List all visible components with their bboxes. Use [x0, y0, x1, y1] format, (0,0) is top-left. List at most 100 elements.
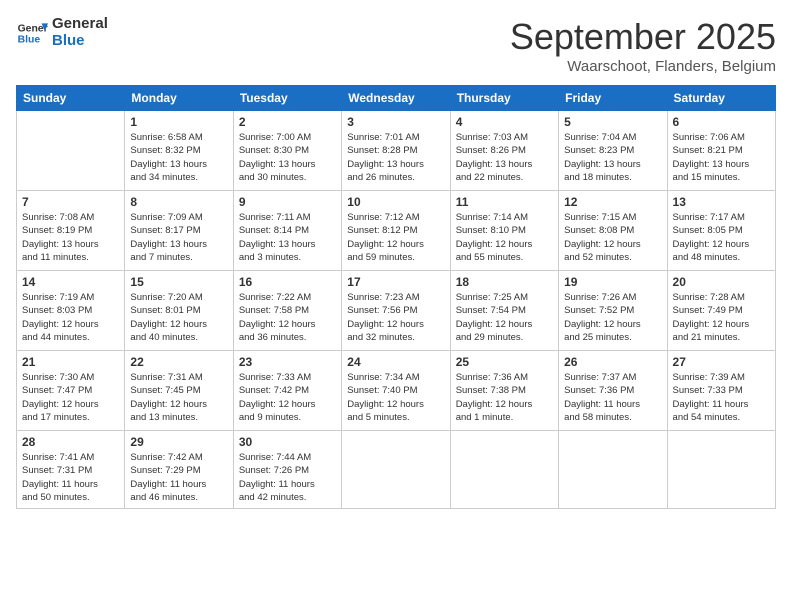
- calendar-cell: 5 Sunrise: 7:04 AMSunset: 8:23 PMDaylight…: [559, 111, 667, 191]
- weekday-header-thursday: Thursday: [450, 86, 558, 111]
- calendar-cell: 28 Sunrise: 7:41 AMSunset: 7:31 PMDayligh…: [17, 431, 125, 509]
- calendar-cell: [559, 431, 667, 509]
- calendar-week-row: 1Sunrise: 6:58 AMSunset: 8:32 PMDaylight…: [17, 111, 776, 191]
- weekday-header-wednesday: Wednesday: [342, 86, 450, 111]
- page-header: General Blue General Blue September 2025…: [16, 16, 776, 75]
- calendar-cell: 10 Sunrise: 7:12 AMSunset: 8:12 PMDayligh…: [342, 191, 450, 271]
- day-number: 25: [456, 355, 553, 369]
- day-number: 22: [130, 355, 227, 369]
- calendar-cell: 16 Sunrise: 7:22 AMSunset: 7:58 PMDayligh…: [233, 271, 341, 351]
- day-number: 8: [130, 195, 227, 209]
- calendar-cell: 4 Sunrise: 7:03 AMSunset: 8:26 PMDaylight…: [450, 111, 558, 191]
- day-info: Sunrise: 7:44 AMSunset: 7:26 PMDaylight:…: [239, 451, 336, 504]
- calendar-cell: 23Sunrise: 7:33 AMSunset: 7:42 PMDayligh…: [233, 351, 341, 431]
- day-info: Sunrise: 7:04 AMSunset: 8:23 PMDaylight:…: [564, 131, 661, 184]
- day-number: 4: [456, 115, 553, 129]
- title-block: September 2025 Waarschoot, Flanders, Bel…: [510, 16, 776, 75]
- day-info: Sunrise: 7:42 AMSunset: 7:29 PMDaylight:…: [130, 451, 227, 504]
- day-number: 10: [347, 195, 444, 209]
- day-number: 27: [673, 355, 770, 369]
- day-info: Sunrise: 7:36 AMSunset: 7:38 PMDaylight:…: [456, 371, 553, 424]
- day-info: Sunrise: 7:15 AMSunset: 8:08 PMDaylight:…: [564, 211, 661, 264]
- logo-icon: General Blue: [16, 17, 48, 49]
- calendar-cell: 7 Sunrise: 7:08 AMSunset: 8:19 PMDaylight…: [17, 191, 125, 271]
- calendar-cell: 11 Sunrise: 7:14 AMSunset: 8:10 PMDayligh…: [450, 191, 558, 271]
- calendar-cell: 21 Sunrise: 7:30 AMSunset: 7:47 PMDayligh…: [17, 351, 125, 431]
- day-info: Sunrise: 7:08 AMSunset: 8:19 PMDaylight:…: [22, 211, 119, 264]
- day-number: 12: [564, 195, 661, 209]
- calendar-cell: 13 Sunrise: 7:17 AMSunset: 8:05 PMDayligh…: [667, 191, 775, 271]
- day-info: Sunrise: 7:11 AMSunset: 8:14 PMDaylight:…: [239, 211, 336, 264]
- day-number: 3: [347, 115, 444, 129]
- day-info: Sunrise: 7:28 AMSunset: 7:49 PMDaylight:…: [673, 291, 770, 344]
- weekday-header-friday: Friday: [559, 86, 667, 111]
- calendar-cell: 2 Sunrise: 7:00 AMSunset: 8:30 PMDaylight…: [233, 111, 341, 191]
- day-number: 16: [239, 275, 336, 289]
- day-number: 29: [130, 435, 227, 449]
- day-info: Sunrise: 7:23 AMSunset: 7:56 PMDaylight:…: [347, 291, 444, 344]
- calendar-cell: [17, 111, 125, 191]
- calendar-cell: [450, 431, 558, 509]
- calendar-cell: [342, 431, 450, 509]
- logo-general: General: [52, 16, 108, 33]
- calendar-cell: 8 Sunrise: 7:09 AMSunset: 8:17 PMDaylight…: [125, 191, 233, 271]
- day-number: 18: [456, 275, 553, 289]
- calendar-cell: 17 Sunrise: 7:23 AMSunset: 7:56 PMDayligh…: [342, 271, 450, 351]
- day-info: Sunrise: 7:30 AMSunset: 7:47 PMDaylight:…: [22, 371, 119, 424]
- calendar-cell: 20Sunrise: 7:28 AMSunset: 7:49 PMDayligh…: [667, 271, 775, 351]
- day-number: 30: [239, 435, 336, 449]
- day-info: Sunrise: 7:03 AMSunset: 8:26 PMDaylight:…: [456, 131, 553, 184]
- calendar-cell: 29 Sunrise: 7:42 AMSunset: 7:29 PMDayligh…: [125, 431, 233, 509]
- day-number: 5: [564, 115, 661, 129]
- calendar-week-row: 7 Sunrise: 7:08 AMSunset: 8:19 PMDaylight…: [17, 191, 776, 271]
- month-title: September 2025: [510, 16, 776, 58]
- day-info: Sunrise: 7:17 AMSunset: 8:05 PMDaylight:…: [673, 211, 770, 264]
- weekday-header-tuesday: Tuesday: [233, 86, 341, 111]
- calendar-cell: 26Sunrise: 7:37 AMSunset: 7:36 PMDayligh…: [559, 351, 667, 431]
- location-subtitle: Waarschoot, Flanders, Belgium: [510, 58, 776, 75]
- calendar-cell: 27 Sunrise: 7:39 AMSunset: 7:33 PMDayligh…: [667, 351, 775, 431]
- day-number: 9: [239, 195, 336, 209]
- weekday-header-sunday: Sunday: [17, 86, 125, 111]
- day-info: Sunrise: 7:12 AMSunset: 8:12 PMDaylight:…: [347, 211, 444, 264]
- day-number: 23: [239, 355, 336, 369]
- logo: General Blue General Blue: [16, 16, 108, 49]
- day-number: 15: [130, 275, 227, 289]
- calendar-cell: 12 Sunrise: 7:15 AMSunset: 8:08 PMDayligh…: [559, 191, 667, 271]
- day-number: 21: [22, 355, 119, 369]
- weekday-header-monday: Monday: [125, 86, 233, 111]
- day-number: 13: [673, 195, 770, 209]
- calendar-cell: 3 Sunrise: 7:01 AMSunset: 8:28 PMDaylight…: [342, 111, 450, 191]
- day-number: 7: [22, 195, 119, 209]
- logo-blue: Blue: [52, 33, 108, 50]
- calendar-week-row: 28 Sunrise: 7:41 AMSunset: 7:31 PMDayligh…: [17, 431, 776, 509]
- calendar-cell: 6Sunrise: 7:06 AMSunset: 8:21 PMDaylight…: [667, 111, 775, 191]
- day-number: 28: [22, 435, 119, 449]
- day-info: Sunrise: 7:25 AMSunset: 7:54 PMDaylight:…: [456, 291, 553, 344]
- calendar-week-row: 21 Sunrise: 7:30 AMSunset: 7:47 PMDayligh…: [17, 351, 776, 431]
- day-info: Sunrise: 7:14 AMSunset: 8:10 PMDaylight:…: [456, 211, 553, 264]
- day-info: Sunrise: 7:19 AMSunset: 8:03 PMDaylight:…: [22, 291, 119, 344]
- calendar-cell: 19 Sunrise: 7:26 AMSunset: 7:52 PMDayligh…: [559, 271, 667, 351]
- day-number: 24: [347, 355, 444, 369]
- day-info: Sunrise: 7:09 AMSunset: 8:17 PMDaylight:…: [130, 211, 227, 264]
- calendar-cell: 25 Sunrise: 7:36 AMSunset: 7:38 PMDayligh…: [450, 351, 558, 431]
- day-info: Sunrise: 7:39 AMSunset: 7:33 PMDaylight:…: [673, 371, 770, 424]
- calendar-header-row: SundayMondayTuesdayWednesdayThursdayFrid…: [17, 86, 776, 111]
- day-number: 19: [564, 275, 661, 289]
- day-number: 2: [239, 115, 336, 129]
- day-info: Sunrise: 7:00 AMSunset: 8:30 PMDaylight:…: [239, 131, 336, 184]
- weekday-header-saturday: Saturday: [667, 86, 775, 111]
- calendar-cell: 18 Sunrise: 7:25 AMSunset: 7:54 PMDayligh…: [450, 271, 558, 351]
- day-number: 11: [456, 195, 553, 209]
- calendar-table: SundayMondayTuesdayWednesdayThursdayFrid…: [16, 85, 776, 509]
- calendar-cell: 1Sunrise: 6:58 AMSunset: 8:32 PMDaylight…: [125, 111, 233, 191]
- day-info: Sunrise: 7:41 AMSunset: 7:31 PMDaylight:…: [22, 451, 119, 504]
- day-info: Sunrise: 7:26 AMSunset: 7:52 PMDaylight:…: [564, 291, 661, 344]
- day-info: Sunrise: 7:22 AMSunset: 7:58 PMDaylight:…: [239, 291, 336, 344]
- day-number: 17: [347, 275, 444, 289]
- day-info: Sunrise: 7:37 AMSunset: 7:36 PMDaylight:…: [564, 371, 661, 424]
- calendar-cell: [667, 431, 775, 509]
- day-number: 14: [22, 275, 119, 289]
- day-info: Sunrise: 7:01 AMSunset: 8:28 PMDaylight:…: [347, 131, 444, 184]
